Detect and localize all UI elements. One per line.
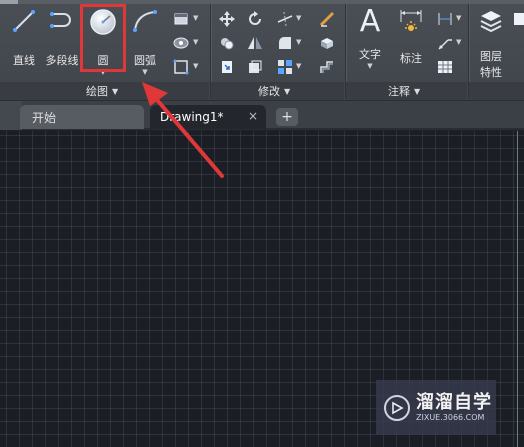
dimension-button[interactable]: 标注 (394, 8, 428, 66)
trim-icon[interactable] (276, 10, 294, 28)
offset-icon[interactable] (318, 58, 336, 76)
ribbon-panel: 直线 多段线 圆 ▼ 圆弧 ▼ ▼ ▼ ▼ ▼ ▼ ▼ A 文字 ▼ 标注 ▼ … (0, 0, 524, 101)
draw-group-title[interactable]: 绘图 ▼ (86, 83, 118, 99)
hatch-icon[interactable] (172, 34, 190, 52)
viewport-edge (517, 131, 518, 447)
watermark-main: 溜溜自学 (416, 391, 492, 413)
strip-marker (0, 0, 18, 4)
modify-group-label: 修改 (258, 85, 280, 98)
layers-group-bar (469, 82, 524, 100)
arc-label: 圆弧 (134, 54, 156, 67)
rectangle-icon[interactable] (172, 10, 190, 28)
arc-dropdown-icon[interactable]: ▼ (142, 68, 147, 76)
gradient-icon[interactable] (172, 58, 190, 76)
explode-icon[interactable] (318, 34, 336, 52)
annotation-group-label: 注释 (388, 85, 410, 98)
rotate-icon[interactable] (246, 10, 264, 28)
watermark-sub: ZIXUE.3066.COM (416, 412, 485, 422)
leader-dropdown-icon[interactable]: ▼ (456, 38, 461, 46)
fillet-dropdown-icon[interactable]: ▼ (296, 38, 301, 46)
play-logo-icon (384, 394, 410, 421)
polyline-button[interactable]: 多段线 (42, 8, 82, 68)
annotation-group-expand-icon: ▼ (414, 86, 421, 96)
dimension-icon (397, 8, 425, 40)
leader-icon[interactable] (436, 34, 454, 52)
text-dropdown-icon[interactable]: ▼ (367, 62, 372, 70)
dimension-label: 标注 (400, 52, 422, 65)
line-icon (11, 8, 37, 38)
circle-highlight-box (80, 4, 126, 72)
draw-group-expand-icon: ▼ (112, 86, 119, 96)
arc-button[interactable]: 圆弧 ▼ (128, 8, 162, 76)
draw-group-label: 绘图 (86, 85, 108, 98)
tab-drawing1[interactable]: Drawing1* × (150, 105, 266, 129)
quick-access-strip (0, 0, 524, 4)
polyline-icon (48, 8, 76, 38)
erase-icon[interactable] (318, 10, 336, 28)
modify-group-title[interactable]: 修改 ▼ (258, 83, 290, 99)
arc-icon (131, 8, 159, 38)
rectangle-dropdown-icon[interactable]: ▼ (193, 14, 198, 22)
stretch-icon[interactable] (218, 58, 236, 76)
text-label: 文字 (359, 48, 381, 61)
line-label: 直线 (13, 54, 35, 67)
linear-dimension-dropdown-icon[interactable]: ▼ (456, 14, 461, 22)
file-tab-bar: 开始 Drawing1* × + (0, 101, 524, 130)
layer-properties-button[interactable]: 图层 特性 (474, 8, 508, 80)
tab-bar-menu[interactable] (0, 101, 22, 130)
layer-properties-label-1: 图层 (480, 50, 502, 63)
text-icon: A (359, 4, 381, 39)
line-button[interactable]: 直线 (8, 8, 40, 68)
layer-properties-icon (478, 8, 504, 38)
hatch-dropdown-icon[interactable]: ▼ (193, 38, 198, 46)
layer-properties-label-2: 特性 (480, 66, 502, 79)
watermark: 溜溜自学 ZIXUE.3066.COM (376, 380, 496, 435)
array-dropdown-icon[interactable]: ▼ (296, 62, 301, 70)
tab-start-label: 开始 (32, 110, 57, 125)
modify-group-expand-icon: ▼ (284, 86, 291, 96)
move-icon[interactable] (218, 10, 236, 28)
gradient-dropdown-icon[interactable]: ▼ (193, 62, 198, 70)
polyline-label: 多段线 (45, 54, 79, 67)
scale-icon[interactable] (246, 58, 264, 76)
copy-icon[interactable] (218, 34, 236, 52)
new-tab-button[interactable]: + (276, 108, 298, 126)
tab-start[interactable]: 开始 (20, 105, 144, 129)
watermark-text: 溜溜自学 ZIXUE.3066.COM (416, 391, 492, 423)
layer-state-icon[interactable] (510, 10, 524, 28)
table-icon[interactable] (436, 58, 454, 76)
text-button[interactable]: A 文字 ▼ (354, 4, 386, 71)
fillet-icon[interactable] (276, 34, 294, 52)
linear-dimension-icon[interactable] (436, 10, 454, 28)
tab-drawing1-label: Drawing1* (160, 110, 224, 124)
array-icon[interactable] (276, 58, 294, 76)
annotation-group-title[interactable]: 注释 ▼ (388, 83, 420, 99)
trim-dropdown-icon[interactable]: ▼ (296, 14, 301, 22)
close-icon[interactable]: × (248, 109, 258, 123)
mirror-icon[interactable] (246, 34, 264, 52)
